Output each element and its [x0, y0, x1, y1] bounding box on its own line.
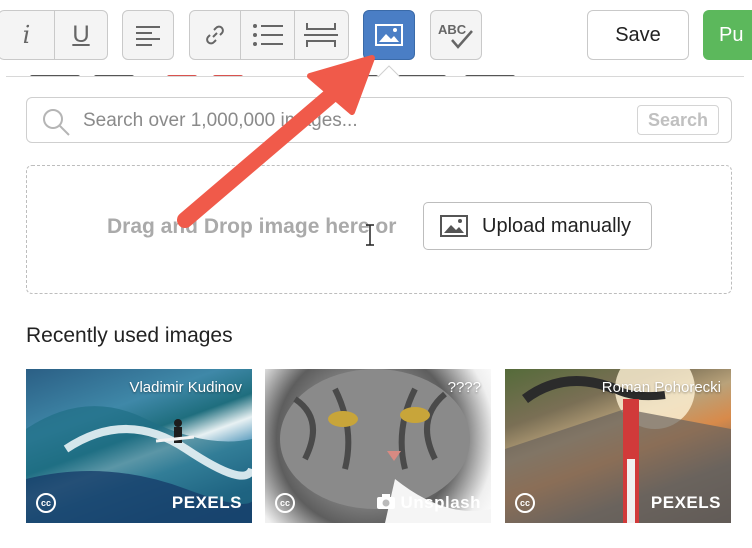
image-source: Unsplash	[376, 493, 481, 513]
camera-icon	[377, 494, 396, 509]
upload-manually-label: Upload manually	[482, 214, 631, 237]
dropzone-text: Drag and Drop image here or	[107, 215, 397, 238]
search-button[interactable]: Search	[637, 105, 719, 135]
svg-text:ABC: ABC	[438, 22, 467, 37]
search-icon	[43, 109, 70, 136]
horizontal-rule-button[interactable]	[295, 11, 348, 59]
image-author: ????	[447, 379, 481, 396]
link-button[interactable]	[190, 11, 242, 59]
editor-toolbar: i U ABC Save Pu	[0, 0, 752, 66]
image-source-label: Unsplash	[400, 493, 481, 512]
image-search-box[interactable]: Search over 1,000,000 images... Search	[26, 97, 732, 143]
text-cursor-icon	[366, 224, 374, 246]
recent-image-thumbnail[interactable]: ???? cc Unsplash	[265, 369, 491, 523]
image-author: Roman Pohorecki	[601, 379, 721, 396]
upload-manually-button[interactable]: Upload manually	[423, 202, 652, 250]
image-dropzone[interactable]: Drag and Drop image here or Upload manua…	[26, 165, 732, 294]
spellcheck-icon: ABC	[438, 22, 473, 49]
text-format-group: i U	[0, 10, 108, 60]
cc-license-icon: cc	[515, 493, 535, 513]
cc-license-icon: cc	[36, 493, 56, 513]
bulleted-list-icon	[252, 24, 283, 46]
bulleted-list-button[interactable]	[241, 11, 295, 59]
recent-images-title: Recently used images	[26, 324, 233, 347]
image-icon	[440, 215, 468, 237]
italic-icon: i	[22, 21, 31, 49]
spellcheck-button[interactable]: ABC	[430, 10, 482, 60]
save-button[interactable]: Save	[587, 10, 689, 60]
align-left-icon	[136, 26, 160, 46]
underline-button[interactable]: U	[55, 11, 107, 59]
cc-license-icon: cc	[275, 493, 295, 513]
image-author: Vladimir Kudinov	[129, 379, 242, 396]
image-source: PEXELS	[650, 493, 721, 512]
italic-button[interactable]: i	[0, 11, 55, 59]
horizontal-rule-icon	[304, 23, 339, 47]
recent-image-thumbnail[interactable]: Vladimir Kudinov cc PEXELS	[26, 369, 252, 523]
recent-image-thumbnail[interactable]: Roman Pohorecki cc PEXELS	[505, 369, 731, 523]
image-source: PEXELS	[171, 493, 242, 512]
align-left-button[interactable]	[122, 10, 174, 60]
insert-image-button[interactable]	[363, 10, 415, 60]
insert-group	[189, 10, 349, 60]
underline-icon: U	[72, 21, 90, 48]
popup-caret	[378, 65, 400, 78]
link-icon	[206, 25, 225, 45]
image-icon	[375, 24, 403, 46]
publish-button[interactable]: Pu	[703, 10, 752, 60]
search-input-placeholder[interactable]: Search over 1,000,000 images...	[83, 110, 358, 132]
